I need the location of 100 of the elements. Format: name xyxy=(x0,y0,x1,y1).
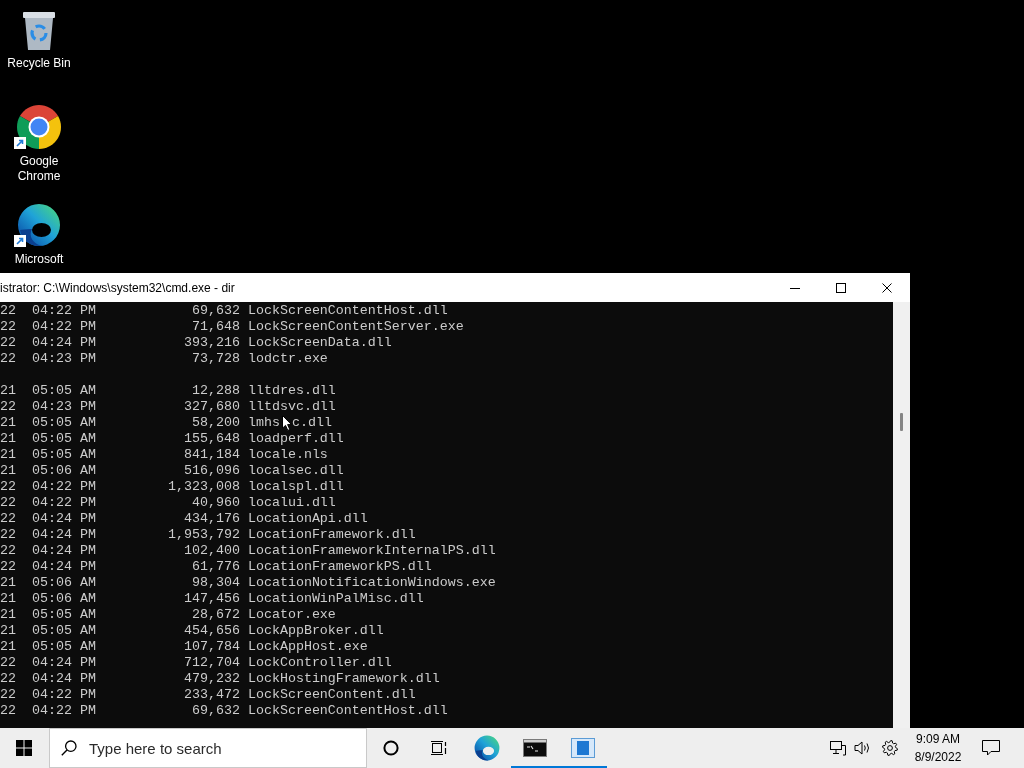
time-text: 04:22 PM xyxy=(31,479,96,495)
scrollbar-track[interactable] xyxy=(893,302,910,728)
file-name: LockHostingFramework.dll xyxy=(247,671,440,687)
file-size: 98,304 xyxy=(190,575,240,591)
search-field[interactable]: Type here to search xyxy=(49,728,367,768)
time-text: 05:05 AM xyxy=(31,447,96,463)
time-text: 04:24 PM xyxy=(31,655,96,671)
time-text: 05:05 AM xyxy=(31,623,96,639)
file-name: locale.nls xyxy=(247,447,328,463)
file-size: 58,200 xyxy=(190,415,240,431)
time-text: 05:06 AM xyxy=(31,591,96,607)
file-name: lltdres.dll xyxy=(247,383,336,399)
close-icon xyxy=(882,282,892,293)
file-size: 12,288 xyxy=(190,383,240,399)
file-name: LocationApi.dll xyxy=(247,511,368,527)
search-icon xyxy=(61,740,77,756)
date-text: 21 xyxy=(0,383,16,399)
file-size: 233,472 xyxy=(182,687,240,703)
file-name: c.dll xyxy=(291,415,332,431)
date-text: 22 xyxy=(0,559,16,575)
date-text: 22 xyxy=(0,655,16,671)
clock-button[interactable]: 9:09 AM 8/9/2022 xyxy=(904,728,972,768)
time-text: 05:05 AM xyxy=(31,431,96,447)
date-text: 22 xyxy=(0,399,16,415)
time-text: 04:24 PM xyxy=(31,335,96,351)
date-text: 21 xyxy=(0,431,16,447)
time-text: 04:22 PM xyxy=(31,495,96,511)
date-text: 22 xyxy=(0,511,16,527)
date-text: 22 xyxy=(0,495,16,511)
window-title: istrator: C:\Windows\system32\cmd.exe - dir xyxy=(0,280,235,295)
terminal-icon xyxy=(523,739,547,757)
time-text: 04:23 PM xyxy=(31,399,96,415)
scrollbar-thumb[interactable] xyxy=(900,413,903,431)
time-text: 05:05 AM xyxy=(31,639,96,655)
file-name: LockScreenContentServer.exe xyxy=(247,319,464,335)
time-text: 04:23 PM xyxy=(31,351,96,367)
desktop-icon-label[interactable]: Google Chrome xyxy=(1,154,77,184)
file-name: LocationWinPalMisc.dll xyxy=(247,591,424,607)
date-text: 22 xyxy=(0,687,16,703)
date-text: 21 xyxy=(0,447,16,463)
file-name: lmhs xyxy=(247,415,280,431)
maximize-icon xyxy=(836,282,846,293)
file-name: lodctr.exe xyxy=(247,351,328,367)
window-icon xyxy=(571,738,595,758)
desktop-icon-label[interactable]: Microsoft xyxy=(1,252,77,267)
file-name: LockAppBroker.dll xyxy=(247,623,384,639)
file-name: LocationFramework.dll xyxy=(247,527,416,543)
file-name: LockScreenData.dll xyxy=(247,335,392,351)
tricolor-circle-icon[interactable] xyxy=(17,105,61,149)
desktop-icon-label[interactable]: Recycle Bin xyxy=(1,56,77,71)
date-text: 22 xyxy=(0,703,16,719)
gear-icon[interactable] xyxy=(882,740,898,756)
file-name: LockScreenContentHost.dll xyxy=(247,303,448,319)
file-name: LocationFrameworkInternalPS.dll xyxy=(247,543,496,559)
date-text: 22 xyxy=(0,319,16,335)
file-size: 69,632 xyxy=(190,703,240,719)
circle-icon xyxy=(383,740,399,756)
file-size: 61,776 xyxy=(190,559,240,575)
file-name: localui.dll xyxy=(247,495,336,511)
file-size: 434,176 xyxy=(182,511,240,527)
swirl-logo-icon[interactable] xyxy=(17,203,61,247)
time-text: 04:22 PM xyxy=(31,703,96,719)
time-text: 05:05 AM xyxy=(31,607,96,623)
file-size: 393,216 xyxy=(182,335,240,351)
date-text: 21 xyxy=(0,623,16,639)
file-size: 155,648 xyxy=(182,431,240,447)
file-size: 147,456 xyxy=(182,591,240,607)
swirl-logo-icon xyxy=(474,735,500,761)
task-view-icon xyxy=(430,740,448,756)
file-name: lltdsvc.dll xyxy=(247,399,336,415)
date-text: 22 xyxy=(0,335,16,351)
time-text: 05:06 AM xyxy=(31,575,96,591)
date-text: 22 xyxy=(0,671,16,687)
date-text: 22 xyxy=(0,527,16,543)
file-name: LockScreenContentHost.dll xyxy=(247,703,448,719)
file-size: 1,953,792 xyxy=(166,527,240,543)
date-text: 22 xyxy=(0,303,16,319)
speaker-icon[interactable] xyxy=(854,740,871,756)
file-name: localspl.dll xyxy=(247,479,344,495)
time-text: 04:24 PM xyxy=(31,527,96,543)
file-size: 40,960 xyxy=(190,495,240,511)
monitor-icon[interactable] xyxy=(830,740,846,756)
file-name: LocationNotificationWindows.exe xyxy=(247,575,496,591)
time-text: 04:24 PM xyxy=(31,543,96,559)
file-size: 71,648 xyxy=(190,319,240,335)
date-text: 22 xyxy=(0,479,16,495)
speech-bubble-icon xyxy=(982,740,1000,756)
file-size: 1,323,008 xyxy=(166,479,240,495)
file-size: 28,672 xyxy=(190,607,240,623)
file-size: 73,728 xyxy=(190,351,240,367)
file-size: 107,784 xyxy=(182,639,240,655)
file-size: 516,096 xyxy=(182,463,240,479)
time-text: 04:24 PM xyxy=(31,511,96,527)
time-text: 04:22 PM xyxy=(31,687,96,703)
date-text: 21 xyxy=(0,639,16,655)
file-name: LocationFrameworkPS.dll xyxy=(247,559,432,575)
file-size: 102,400 xyxy=(182,543,240,559)
file-name: LockController.dll xyxy=(247,655,392,671)
time-text: 05:05 AM xyxy=(31,383,96,399)
four-squares-icon xyxy=(16,740,32,756)
